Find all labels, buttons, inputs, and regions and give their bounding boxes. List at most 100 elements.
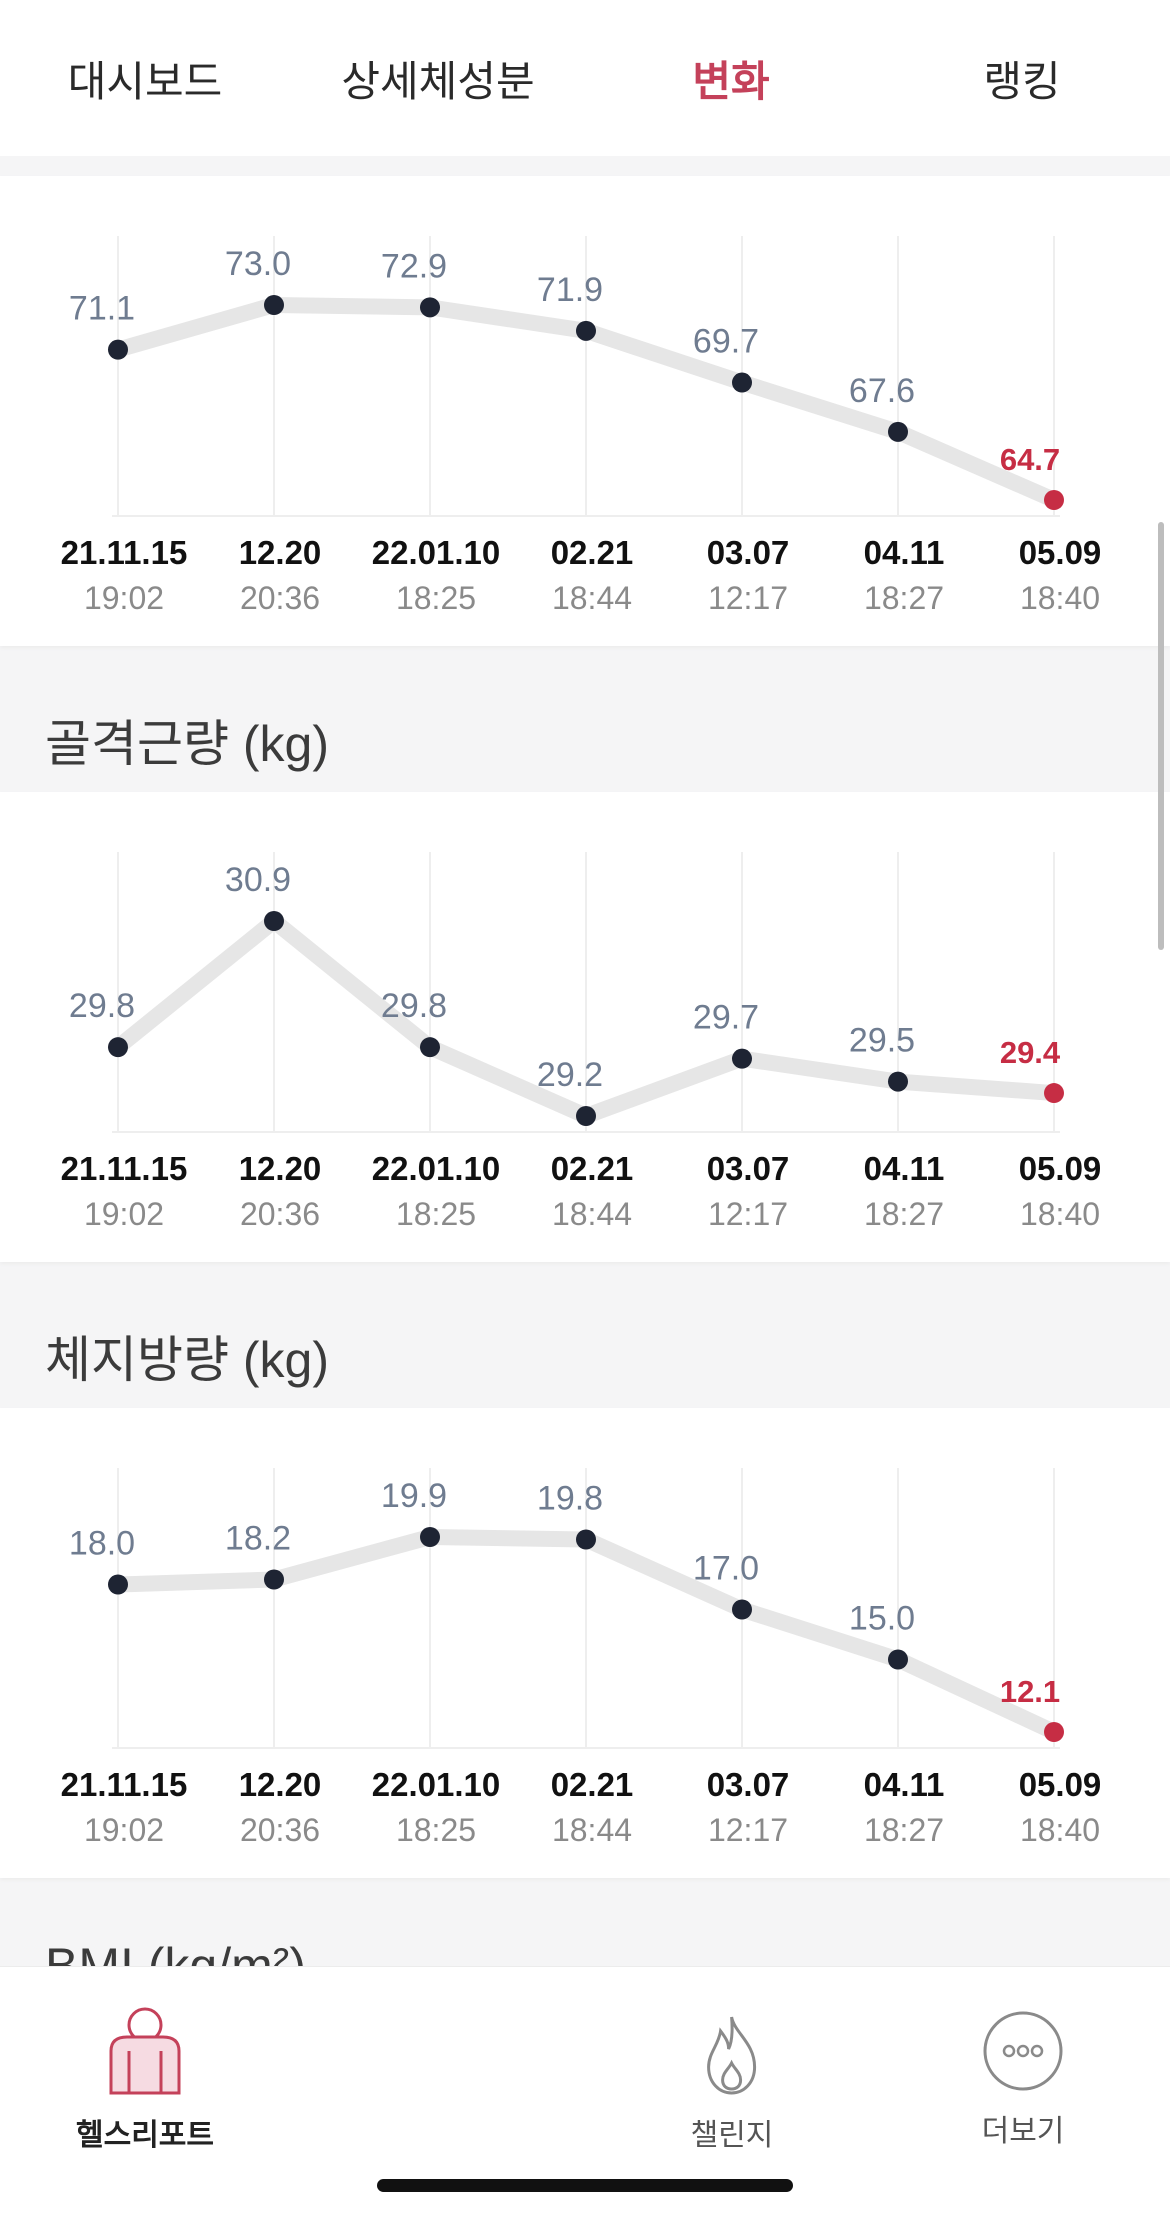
x-tick-time: 18:44 bbox=[552, 1196, 632, 1232]
value-label: 71.1 bbox=[69, 290, 135, 328]
data-point[interactable] bbox=[108, 1037, 128, 1058]
x-tick-time: 18:40 bbox=[1020, 580, 1100, 616]
latest-value-label: 29.4 bbox=[1000, 1035, 1061, 1070]
value-label: 29.8 bbox=[69, 987, 135, 1025]
x-tick-date: 02.21 bbox=[551, 1766, 634, 1803]
data-point[interactable] bbox=[420, 1527, 440, 1547]
data-point[interactable] bbox=[888, 1071, 908, 1092]
value-label: 19.9 bbox=[381, 1477, 447, 1515]
value-label: 30.9 bbox=[225, 861, 291, 899]
data-point[interactable] bbox=[264, 295, 284, 315]
value-label: 71.9 bbox=[537, 271, 603, 309]
x-tick-time: 18:44 bbox=[552, 580, 632, 616]
x-tick-time: 18:40 bbox=[1020, 1812, 1100, 1848]
x-tick-time: 18:25 bbox=[396, 580, 476, 616]
x-tick-time: 18:27 bbox=[864, 1812, 944, 1848]
data-point[interactable] bbox=[732, 1048, 752, 1069]
x-tick-time: 19:02 bbox=[84, 1196, 164, 1232]
data-point[interactable] bbox=[264, 1569, 284, 1590]
value-label: 73.0 bbox=[225, 245, 291, 283]
latest-value-label: 64.7 bbox=[1000, 442, 1060, 477]
x-tick-date: 05.09 bbox=[1019, 1766, 1102, 1803]
value-label: 17.0 bbox=[693, 1550, 759, 1588]
nav-challenge[interactable]: 챌린지 bbox=[691, 2013, 773, 2154]
nav-health-report[interactable]: 헬스리포트 bbox=[76, 2007, 214, 2154]
section-title-body-fat: 체지방량 (kg) bbox=[45, 1332, 329, 1388]
x-tick-date: 21.11.15 bbox=[61, 534, 188, 571]
value-label: 29.8 bbox=[381, 987, 447, 1025]
data-point[interactable] bbox=[420, 1037, 440, 1058]
skeletal-muscle-chart-card: 29.8 30.9 29.8 29.2 29.7 29.5 29.4 21.11.15 19:0… bbox=[0, 792, 1170, 1262]
weight-chart-card: 71.1 73.0 72.9 71.9 69.7 67.6 64.7 21.11.15 19:0… bbox=[0, 176, 1170, 646]
section-divider bbox=[0, 156, 1170, 176]
x-tick-date: 22.01.10 bbox=[372, 534, 500, 571]
top-tab-bar: 대시보드 상세체성분 변화 랭킹 bbox=[0, 0, 1170, 156]
value-label: 69.7 bbox=[693, 323, 759, 361]
skeletal-muscle-line-chart: 29.8 30.9 29.8 29.2 29.7 29.5 29.4 21.11.15 19:0… bbox=[61, 852, 1102, 1232]
data-point[interactable] bbox=[264, 911, 284, 931]
x-tick-time: 20:36 bbox=[240, 1196, 320, 1232]
data-point[interactable] bbox=[576, 320, 596, 341]
value-label: 18.0 bbox=[69, 1525, 135, 1563]
x-tick-time: 19:02 bbox=[84, 1812, 164, 1848]
x-tick-time: 18:27 bbox=[864, 580, 944, 616]
x-tick-date: 12.20 bbox=[239, 534, 322, 571]
x-tick-time: 18:25 bbox=[396, 1196, 476, 1232]
value-label: 18.2 bbox=[225, 1520, 291, 1558]
tab-detail-composition[interactable]: 상세체성분 bbox=[341, 54, 534, 110]
x-tick-date: 22.01.10 bbox=[372, 1766, 500, 1803]
x-tick-date: 03.07 bbox=[707, 534, 790, 571]
x-tick-time: 19:02 bbox=[84, 580, 164, 616]
data-point[interactable] bbox=[888, 1649, 908, 1670]
value-label: 29.2 bbox=[537, 1056, 603, 1094]
latest-data-point[interactable] bbox=[1044, 1083, 1064, 1104]
data-point[interactable] bbox=[420, 297, 440, 318]
x-tick-date: 02.21 bbox=[551, 1150, 634, 1187]
scrollbar[interactable] bbox=[1158, 522, 1164, 950]
x-tick-date: 02.21 bbox=[551, 534, 634, 571]
x-tick-date: 22.01.10 bbox=[372, 1150, 500, 1187]
data-point[interactable] bbox=[108, 1574, 128, 1595]
x-tick-date: 03.07 bbox=[707, 1766, 790, 1803]
section-title-bmi: BMI (kg/m²) bbox=[45, 1938, 307, 1966]
data-point[interactable] bbox=[732, 1599, 752, 1620]
latest-value-label: 12.1 bbox=[1000, 1674, 1060, 1709]
x-tick-date: 03.07 bbox=[707, 1150, 790, 1187]
data-point[interactable] bbox=[732, 372, 752, 393]
x-tick-time: 18:40 bbox=[1020, 1196, 1100, 1232]
value-label: 67.6 bbox=[849, 372, 915, 410]
latest-data-point[interactable] bbox=[1044, 490, 1064, 510]
more-dots-icon bbox=[983, 2011, 1063, 2091]
x-tick-time: 20:36 bbox=[240, 580, 320, 616]
value-label: 15.0 bbox=[849, 1600, 915, 1638]
x-tick-date: 21.11.15 bbox=[61, 1766, 188, 1803]
data-point[interactable] bbox=[888, 421, 908, 442]
tab-ranking[interactable]: 랭킹 bbox=[983, 54, 1060, 110]
x-tick-time: 12:17 bbox=[708, 1196, 788, 1232]
tab-dashboard[interactable]: 대시보드 bbox=[68, 54, 223, 110]
x-tick-date: 12.20 bbox=[239, 1766, 322, 1803]
body-fat-chart-card: 18.0 18.2 19.9 19.8 17.0 15.0 12.1 21.11.15 19:0… bbox=[0, 1408, 1170, 1878]
value-label: 19.8 bbox=[537, 1480, 603, 1518]
body-fat-line-chart: 18.0 18.2 19.9 19.8 17.0 15.0 12.1 21.11.15 19:0… bbox=[61, 1468, 1102, 1848]
body-report-icon bbox=[109, 2007, 181, 2095]
data-point[interactable] bbox=[576, 1106, 596, 1126]
x-tick-time: 12:17 bbox=[708, 580, 788, 616]
x-tick-date: 04.11 bbox=[864, 534, 945, 571]
tab-change[interactable]: 변화 bbox=[692, 54, 769, 110]
x-tick-time: 20:36 bbox=[240, 1812, 320, 1848]
x-tick-date: 05.09 bbox=[1019, 1150, 1102, 1187]
home-indicator bbox=[377, 2179, 793, 2192]
data-point[interactable] bbox=[108, 339, 128, 360]
x-tick-date: 04.11 bbox=[864, 1766, 945, 1803]
nav-health-report-label: 헬스리포트 bbox=[76, 2119, 214, 2152]
x-tick-date: 05.09 bbox=[1019, 534, 1102, 571]
x-tick-time: 18:25 bbox=[396, 1812, 476, 1848]
nav-more[interactable]: 더보기 bbox=[981, 2009, 1065, 2150]
weight-line-chart: 71.1 73.0 72.9 71.9 69.7 67.6 64.7 21.11.15 19:0… bbox=[61, 236, 1102, 616]
latest-data-point[interactable] bbox=[1044, 1722, 1064, 1742]
x-tick-date: 04.11 bbox=[864, 1150, 945, 1187]
value-label: 29.7 bbox=[693, 999, 759, 1037]
nav-more-label: 더보기 bbox=[981, 2115, 1065, 2148]
data-point[interactable] bbox=[576, 1529, 596, 1550]
